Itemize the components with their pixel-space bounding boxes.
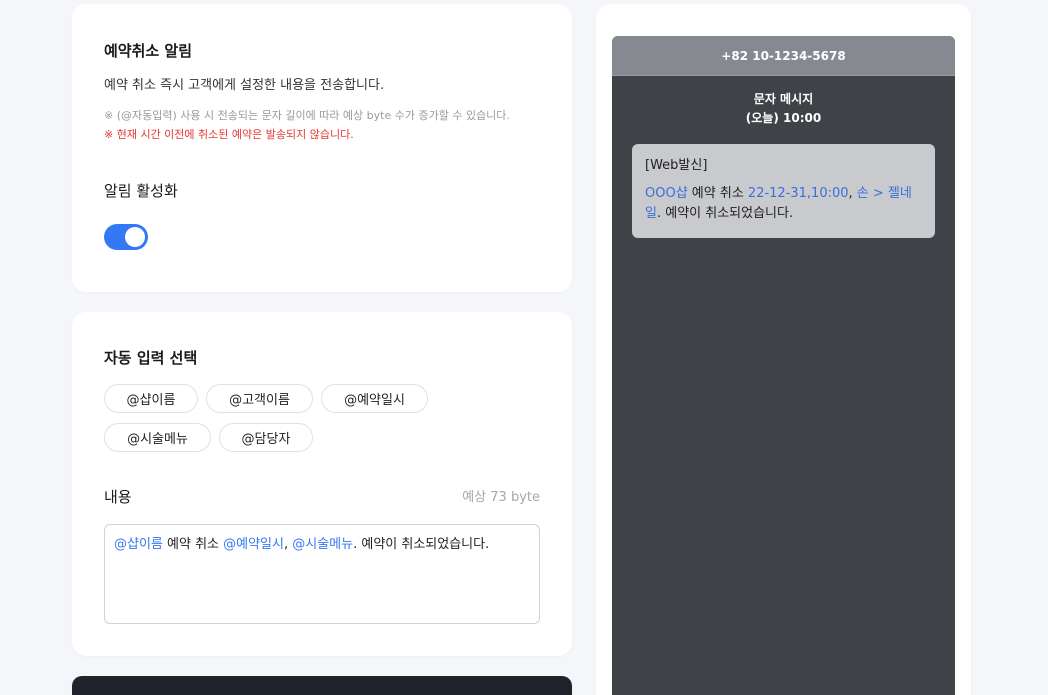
editor-token-shop: @샵이름: [114, 537, 163, 552]
chip-shop-name[interactable]: @샵이름: [104, 384, 198, 413]
bubble-text: ,: [848, 186, 857, 201]
auto-input-card: 자동 입력 선택 @샵이름 @고객이름 @예약일시 @시술메뉴 @담당자 내용 …: [72, 312, 572, 656]
bottom-dark-card: [72, 676, 572, 695]
phone-number: +82 10-1234-5678: [612, 36, 955, 76]
message-content-editor[interactable]: @샵이름 예약 취소 @예약일시, @시술메뉴. 예약이 취소되었습니다.: [104, 524, 540, 624]
editor-text: . 예약이 취소되었습니다.: [353, 537, 490, 552]
cancel-alert-title: 예약취소 알림: [104, 42, 193, 60]
toggle-knob: [125, 227, 145, 247]
byte-note: ※ (@자동입력) 사용 시 전송되는 문자 길이에 따라 예상 byte 수가…: [104, 109, 510, 122]
chip-treatment-menu[interactable]: @시술메뉴: [104, 423, 211, 452]
message-bubble: [Web발신] OOO샵 예약 취소 22-12-31,10:00, 손 > 젤…: [632, 144, 935, 238]
activation-label: 알림 활성화: [104, 182, 178, 200]
chip-reservation-datetime[interactable]: @예약일시: [321, 384, 428, 413]
warning-note: ※ 현재 시간 이전에 취소된 예약은 발송되지 않습니다.: [104, 128, 354, 141]
chip-staff[interactable]: @담당자: [219, 423, 313, 452]
bubble-text: . 예약이 취소되었습니다.: [656, 206, 794, 221]
message-meta: 문자 메시지 (오늘) 10:00: [612, 90, 955, 128]
editor-token-datetime: @예약일시: [223, 537, 284, 552]
cancel-alert-card: 예약취소 알림 예약 취소 즉시 고객에게 설정한 내용을 전송합니다. ※ (…: [72, 4, 572, 292]
bubble-shop: OOO샵: [645, 186, 688, 201]
activation-toggle[interactable]: [104, 224, 148, 250]
editor-text: ,: [283, 537, 293, 552]
phone-preview: +82 10-1234-5678 문자 메시지 (오늘) 10:00 [Web발…: [612, 36, 955, 695]
message-time: (오늘) 10:00: [745, 111, 822, 125]
chip-customer-name[interactable]: @고객이름: [206, 384, 313, 413]
content-label: 내용: [104, 488, 132, 506]
editor-text: 예약 취소: [162, 537, 224, 552]
editor-token-menu: @시술메뉴: [292, 537, 354, 552]
message-type: 문자 메시지: [753, 92, 814, 106]
byte-estimate: 예상 73 byte: [462, 490, 540, 505]
bubble-body: OOO샵 예약 취소 22-12-31,10:00, 손 > 젤네일. 예약이 …: [645, 184, 922, 224]
bubble-text: 예약 취소: [687, 186, 748, 201]
bubble-header: [Web발신]: [645, 158, 708, 173]
cancel-alert-description: 예약 취소 즉시 고객에게 설정한 내용을 전송합니다.: [104, 78, 385, 93]
auto-input-title: 자동 입력 선택: [104, 349, 198, 367]
preview-card: +82 10-1234-5678 문자 메시지 (오늘) 10:00 [Web발…: [596, 4, 971, 695]
bubble-datetime: 22-12-31,10:00: [747, 186, 849, 201]
